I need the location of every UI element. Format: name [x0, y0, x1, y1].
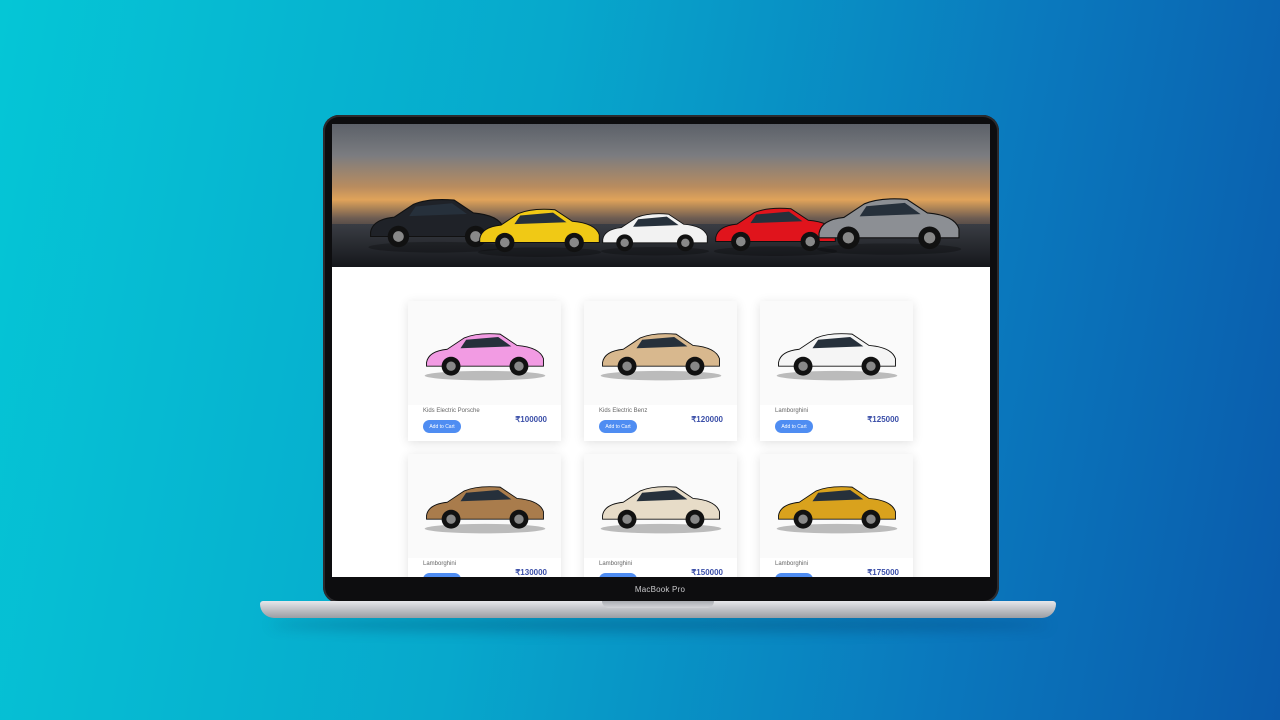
white-toy-car-icon[interactable] — [760, 301, 913, 405]
product-price: ₹100000 — [515, 415, 547, 424]
product-card[interactable]: Lamborghini ₹150000 Add to Cart — [584, 454, 737, 577]
product-name: Lamborghini — [423, 561, 457, 567]
product-card[interactable]: Kids Electric Benz ₹120000 Add to Cart — [584, 301, 737, 441]
add-to-cart-button[interactable]: Add to Cart — [599, 420, 637, 433]
gold-toy-car-icon[interactable] — [584, 301, 737, 405]
product-price: ₹130000 — [515, 568, 547, 577]
add-to-cart-button[interactable]: Add to Cart — [775, 573, 813, 577]
product-card[interactable]: Lamborghini ₹175000 Add to Cart — [760, 454, 913, 577]
product-price: ₹150000 — [691, 568, 723, 577]
product-price: ₹175000 — [867, 568, 899, 577]
add-to-cart-button[interactable]: Add to Cart — [423, 573, 461, 577]
add-to-cart-button[interactable]: Add to Cart — [423, 420, 461, 433]
product-name: Lamborghini — [775, 408, 809, 414]
laptop-shadow — [270, 618, 1050, 632]
product-name: Lamborghini — [775, 561, 809, 567]
add-to-cart-button[interactable]: Add to Cart — [599, 573, 637, 577]
product-card[interactable]: Lamborghini ₹130000 Add to Cart — [408, 454, 561, 577]
device-model-label: MacBook Pro — [634, 585, 686, 594]
grey-coupe-icon — [810, 184, 968, 260]
bronze-toy-car-icon[interactable] — [408, 454, 561, 558]
hero-banner — [332, 124, 990, 267]
add-to-cart-button[interactable]: Add to Cart — [775, 420, 813, 433]
yellow-sports-car-icon — [472, 194, 607, 264]
product-name: Kids Electric Benz — [599, 408, 648, 414]
browser-screen: Kids Electric Porsche ₹100000 Add to Cart … — [332, 124, 990, 577]
champagne-toy-car-icon[interactable] — [584, 454, 737, 558]
pink-toy-car-icon[interactable] — [408, 301, 561, 405]
product-price: ₹120000 — [691, 415, 723, 424]
yellow-toy-car-icon[interactable] — [760, 454, 913, 558]
product-card[interactable]: Kids Electric Porsche ₹100000 Add to Cart — [408, 301, 561, 441]
product-card[interactable]: Lamborghini ₹125000 Add to Cart — [760, 301, 913, 441]
product-price: ₹125000 — [867, 415, 899, 424]
product-name: Lamborghini — [599, 561, 633, 567]
laptop-notch — [602, 601, 714, 608]
white-supercar-icon — [596, 196, 714, 266]
product-name: Kids Electric Porsche — [423, 408, 480, 414]
